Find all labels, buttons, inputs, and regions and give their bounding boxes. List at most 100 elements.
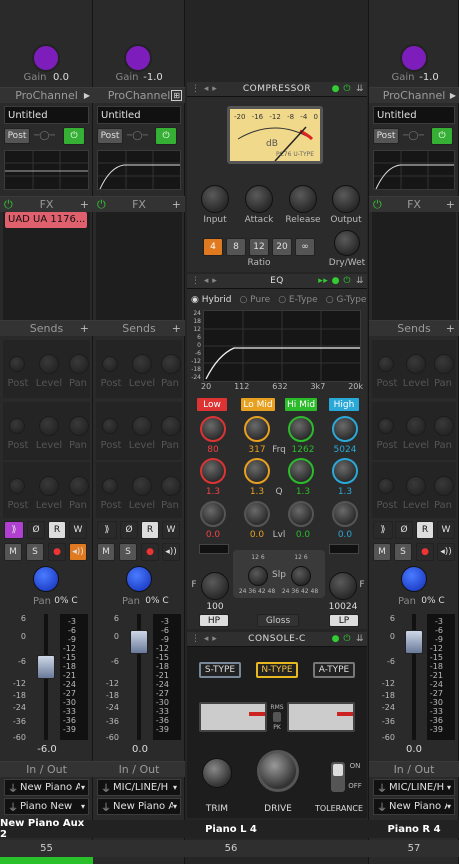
write-button[interactable]: W [69, 521, 87, 539]
send-post-knob[interactable] [102, 418, 118, 434]
fader-cap[interactable] [405, 630, 423, 654]
read-button[interactable]: R [141, 521, 159, 539]
n-type-button[interactable]: N-TYPE [256, 662, 298, 678]
monitor-button[interactable]: ◂)) [69, 543, 87, 561]
add-icon[interactable]: + [172, 322, 181, 335]
console-titlebar[interactable]: ⋮ ◂ ▸ CONSOLE-C ● ⏻ ⇊ [187, 632, 367, 647]
input-select[interactable]: ⏚ MIC/LINE/H ▾ [373, 779, 455, 796]
send-level-knob[interactable] [406, 354, 426, 374]
power-button[interactable]: ⏻ [63, 127, 85, 145]
prochannel-header[interactable]: ProChannel ▶ [369, 87, 459, 103]
arrow-icon[interactable]: ▶ [84, 91, 90, 100]
add-icon[interactable]: + [80, 322, 89, 335]
monitor-button[interactable]: ◂)) [162, 543, 180, 561]
chevron-down-icon[interactable]: ⇊ [356, 84, 364, 94]
input-echo-button[interactable]: ⟫ [97, 521, 117, 539]
record-button[interactable]: ● [141, 543, 159, 561]
ratio-4-button[interactable]: 4 [203, 238, 223, 256]
send-level-knob[interactable] [39, 354, 59, 374]
send-level-knob[interactable] [39, 416, 59, 436]
lp-freq-knob[interactable] [329, 572, 357, 600]
high-freq-knob[interactable] [332, 416, 358, 442]
hp-toggle[interactable] [199, 544, 229, 554]
gain-knob[interactable] [124, 44, 152, 72]
mode-gtype[interactable]: ○ G-Type [326, 295, 367, 305]
mode-etype[interactable]: ○ E-Type [278, 295, 318, 305]
mute-button[interactable]: M [373, 543, 391, 561]
pan-knob[interactable] [126, 566, 152, 592]
preset-field[interactable]: Untitled [97, 106, 181, 124]
collapse-icon[interactable]: ⋮ ◂ ▸ [191, 276, 217, 286]
add-icon[interactable]: + [446, 322, 455, 335]
release-knob[interactable] [289, 185, 317, 213]
high-gain-knob[interactable] [332, 501, 358, 527]
output-knob[interactable] [332, 185, 360, 213]
record-button[interactable]: ● [48, 543, 66, 561]
power-icon[interactable]: ⏻ [97, 198, 106, 212]
power-icon[interactable]: ⏻ [4, 198, 13, 212]
send-post-knob[interactable] [9, 356, 25, 372]
solo-button[interactable]: S [394, 543, 412, 561]
track-name[interactable]: Piano R 4 [369, 820, 459, 838]
gloss-button[interactable]: Gloss [257, 614, 299, 627]
post-button[interactable]: Post [4, 128, 30, 144]
chevron-down-icon[interactable]: ⇊ [356, 634, 364, 644]
collapse-icon[interactable]: ⋮ ◂ ▸ [191, 634, 217, 644]
power-icon[interactable]: ⏻ [373, 198, 382, 212]
prochannel-header[interactable]: ProChannel ⊞ [93, 87, 185, 103]
send-pan-knob[interactable] [69, 416, 89, 436]
tolerance-switch[interactable] [331, 762, 345, 792]
send-level-knob[interactable] [132, 416, 152, 436]
mode-hybrid[interactable]: ◉ Hybrid [191, 295, 231, 305]
power-button[interactable]: ⏻ [155, 127, 177, 145]
output-select[interactable]: ⏚ Piano New ▾ [4, 798, 89, 815]
send-post-knob[interactable] [9, 418, 25, 434]
track-name[interactable]: Piano L 4 [93, 820, 369, 838]
power-icon[interactable]: ● ⏻ [332, 84, 351, 94]
output-select[interactable]: ⏚ New Piano A ▾ [373, 798, 455, 815]
fader-cap[interactable] [37, 655, 55, 679]
solo-button[interactable]: S [119, 543, 137, 561]
compressor-titlebar[interactable]: ⋮ ◂ ▸ COMPRESSOR ● ⏻ ⇊ [187, 82, 367, 97]
mute-button[interactable]: M [4, 543, 22, 561]
ratio-inf-button[interactable]: ∞ [295, 238, 315, 256]
send-level-knob[interactable] [132, 476, 152, 496]
read-button[interactable]: R [48, 521, 66, 539]
send-pan-knob[interactable] [161, 416, 181, 436]
send-pan-knob[interactable] [434, 354, 454, 374]
hp-slope-knob[interactable] [248, 566, 268, 586]
input-echo-button[interactable]: ⟫ [373, 521, 393, 539]
add-icon[interactable]: + [80, 198, 89, 211]
input-echo-button[interactable]: ⟫ [4, 521, 24, 539]
send-level-knob[interactable] [132, 354, 152, 374]
plugin-slot[interactable]: UAD UA 1176... [5, 212, 87, 228]
gain-knob[interactable] [32, 44, 60, 72]
send-level-knob[interactable] [406, 416, 426, 436]
eq-titlebar[interactable]: ⋮ ◂ ▸ EQ ▸▸ ● ⏻ ⇊ [187, 274, 367, 289]
input-knob[interactable] [201, 185, 229, 213]
band-low[interactable]: Low [197, 398, 227, 411]
send-level-knob[interactable] [39, 476, 59, 496]
expand-icon[interactable]: ⊞ [171, 90, 182, 101]
send-level-knob[interactable] [406, 476, 426, 496]
rms-pk-switch[interactable] [273, 712, 281, 722]
track-name[interactable]: New Piano Aux 2 [0, 818, 93, 840]
low-freq-knob[interactable] [200, 416, 226, 442]
send-post-knob[interactable] [102, 478, 118, 494]
phase-button[interactable]: Ø [395, 521, 413, 539]
s-type-button[interactable]: S-TYPE [199, 662, 241, 678]
record-button[interactable]: ● [416, 543, 434, 561]
mode-pure[interactable]: ○ Pure [239, 295, 270, 305]
post-button[interactable]: Post [97, 128, 123, 144]
attack-knob[interactable] [245, 185, 273, 213]
band-high[interactable]: High [329, 398, 359, 411]
a-type-button[interactable]: A-TYPE [313, 662, 355, 678]
collapse-icon[interactable]: ⋮ ◂ ▸ [191, 84, 217, 94]
himid-gain-knob[interactable] [288, 501, 314, 527]
power-button[interactable]: ⏻ [431, 127, 453, 145]
low-gain-knob[interactable] [200, 501, 226, 527]
send-post-knob[interactable] [378, 356, 394, 372]
power-icon[interactable]: ● ⏻ [332, 634, 351, 644]
low-q-knob[interactable] [200, 458, 226, 484]
preset-field[interactable]: Untitled [373, 106, 455, 124]
